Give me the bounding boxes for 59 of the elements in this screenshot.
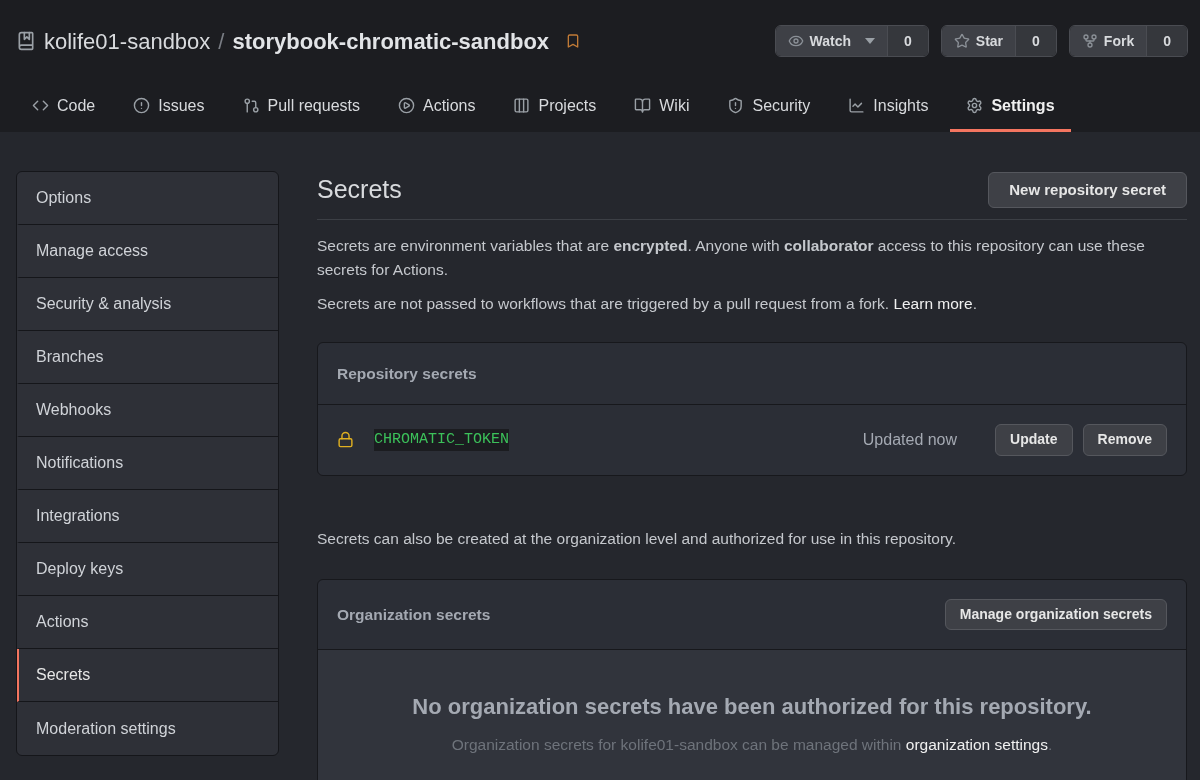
new-secret-button[interactable]: New repository secret [988, 171, 1187, 208]
fork-icon [1081, 33, 1098, 49]
repo-owner-link[interactable]: kolife01-sandbox [44, 24, 211, 58]
link[interactable]: Learn more [893, 294, 973, 312]
panel-title: Repository secrets [337, 363, 477, 384]
menu-item[interactable]: Manage access [17, 225, 278, 278]
eye-icon [787, 33, 804, 49]
count: 0 [1015, 26, 1056, 56]
lock-icon [337, 431, 354, 449]
panel-title: Organization secrets [337, 604, 491, 625]
star-icon [953, 33, 970, 49]
menu-item[interactable]: Webhooks [17, 384, 278, 437]
nav-tab[interactable]: Settings [950, 82, 1071, 132]
watch-button[interactable]: Watch [775, 26, 888, 56]
page-title: Secrets [317, 174, 402, 205]
shield-icon [727, 97, 745, 114]
menu-item[interactable]: Notifications [17, 437, 278, 490]
alert-circle-icon [133, 97, 151, 114]
nav-tab[interactable]: Issues [117, 82, 221, 132]
nav-tab[interactable]: Code [16, 82, 112, 132]
secret-name: CHROMATIC_TOKEN [374, 428, 510, 451]
settings-icon [966, 97, 984, 114]
menu-item[interactable]: Branches [17, 331, 278, 384]
path-separator: / [218, 27, 225, 56]
menu-item[interactable]: Integrations [17, 490, 278, 543]
repo-icon [16, 31, 36, 51]
play-circle-icon [398, 97, 415, 114]
secret-action-button[interactable]: Remove [1082, 423, 1167, 456]
link[interactable]: organization settings [905, 736, 1048, 753]
manage-org-secrets-button[interactable]: Manage organization secrets [944, 599, 1167, 630]
count: 0 [1146, 26, 1187, 56]
repo-name-link[interactable]: storybook-chromatic-sandbox [232, 24, 550, 58]
nav-tab[interactable]: Insights [832, 82, 945, 132]
star-button[interactable]: Star [941, 26, 1016, 56]
menu-item[interactable]: Actions [17, 596, 278, 649]
nav-tab[interactable]: Wiki [618, 82, 706, 132]
line-chart-icon [848, 97, 866, 114]
empty-state-text: Organization secrets for kolife01-sandbox can be managed within organization settings. [451, 735, 1053, 755]
menu-item[interactable]: Options [17, 172, 278, 225]
description: Secrets are environment variables that are encrypted. Anyone with collaborator access to this repository can use these secrets for Actions. [317, 235, 1146, 280]
menu-item[interactable]: Security & analysis [17, 278, 278, 331]
menu-item[interactable]: Moderation settings [17, 702, 278, 755]
fork-note: Secrets are not passed to workflows that are triggered by a pull request from a fork. Learn more. [317, 293, 978, 314]
count: 0 [887, 26, 928, 56]
nav-tab[interactable]: Pull requests [226, 82, 376, 132]
fork-button[interactable]: Fork [1069, 26, 1147, 56]
caret-icon [865, 38, 876, 44]
updated-time: Updated now [862, 429, 958, 450]
org-note: Secrets can also be created at the organization level and authorized for use in this repository. [317, 528, 958, 549]
menu-item[interactable]: Deploy keys [17, 543, 278, 596]
secret-action-button[interactable]: Update [995, 423, 1073, 456]
columns-icon [513, 97, 531, 114]
nav-tab[interactable]: Projects [497, 82, 613, 132]
empty-state-title: No organization secrets have been authorized for this repository. [412, 693, 1092, 721]
pull-request-icon [242, 97, 260, 114]
nav-tab[interactable]: Security [711, 82, 827, 132]
nav-tab[interactable]: Actions [382, 82, 492, 132]
book-icon [634, 97, 652, 114]
menu-item[interactable]: Secrets [17, 649, 278, 702]
